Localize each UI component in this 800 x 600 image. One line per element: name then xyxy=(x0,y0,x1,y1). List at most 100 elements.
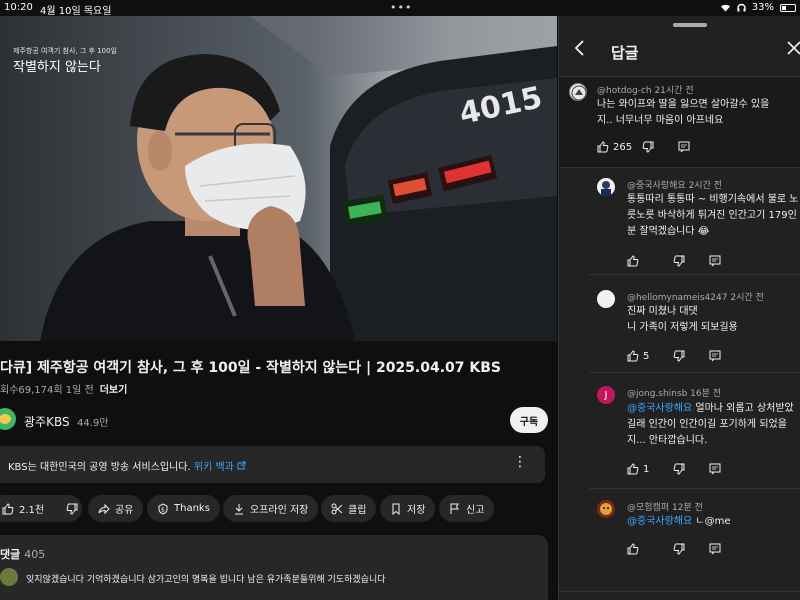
panel-title: 답글 xyxy=(611,44,639,62)
svg-text:$: $ xyxy=(161,506,165,513)
video-title[interactable]: 다큐] 제주항공 여객기 참사, 그 후 100일 - 작별하지 않는다 | 2… xyxy=(0,357,557,377)
reply-mention[interactable]: @중국사랑해요 xyxy=(627,516,692,527)
thumbs-up-icon[interactable] xyxy=(627,463,639,475)
clip-button[interactable]: 클립 xyxy=(321,495,377,522)
commenter-avatar xyxy=(0,568,18,586)
battery-icon xyxy=(780,3,796,12)
divider xyxy=(589,488,800,489)
comments-title: 댓글 xyxy=(0,548,21,561)
thumbs-down-icon[interactable] xyxy=(673,463,685,475)
share-icon xyxy=(98,503,110,514)
more-options-icon[interactable]: ⋮ xyxy=(513,454,527,470)
parent-author[interactable]: @hotdog-ch 21시간 전 xyxy=(597,83,694,96)
reply-time: 2시간 전 xyxy=(688,181,722,191)
thumbs-down-icon[interactable] xyxy=(642,141,654,153)
divider xyxy=(589,372,800,373)
parent-time: 21시간 전 xyxy=(654,86,694,96)
channel-avatar[interactable] xyxy=(0,408,16,430)
reply-author-avatar[interactable] xyxy=(597,500,615,518)
reply-author[interactable]: @jong.shinsb 16분 전 xyxy=(627,386,721,399)
reply-author[interactable]: @중국사랑해요 2시간 전 xyxy=(627,178,722,191)
reply-author[interactable]: @hellomynameis4247 2시간 전 xyxy=(627,290,764,303)
top-comment-text: 잊지않겠습니다 기억하겠습니다 삼가고인의 명복을 빕니다 남은 유가족분들위해… xyxy=(26,575,386,585)
headphones-icon xyxy=(737,3,746,12)
share-label: 공유 xyxy=(115,505,134,516)
video-player[interactable]: 4015 제주항공 여객기 참사, 그 후 100일 작별하지 않는다 xyxy=(0,16,557,341)
drag-handle[interactable] xyxy=(673,23,707,27)
comments-teaser[interactable]: 댓글 405 잊지않겠습니다 기억하겠습니다 삼가고인의 명복을 빕니다 남은 유… xyxy=(0,535,548,600)
thumbs-down-icon[interactable] xyxy=(66,503,78,515)
thumbs-down-icon[interactable] xyxy=(673,543,685,555)
thumbs-up-icon[interactable] xyxy=(2,502,14,515)
parent-actions: 265 xyxy=(597,141,690,153)
reply-icon[interactable] xyxy=(709,255,721,267)
external-link-icon xyxy=(237,461,246,470)
like-count[interactable]: 2.1천 xyxy=(19,501,44,516)
wiki-link-label: 위키 백과 xyxy=(193,462,234,473)
subscriber-count: 44.9만 xyxy=(77,418,109,429)
wifi-icon xyxy=(720,4,730,12)
battery-percent: 33% xyxy=(751,2,774,13)
reply-author-avatar[interactable] xyxy=(597,178,615,196)
thumbs-up-icon[interactable] xyxy=(627,255,639,267)
save-button[interactable]: 저장 xyxy=(380,495,436,522)
thanks-button[interactable]: $ Thanks xyxy=(147,495,220,522)
reply-icon[interactable] xyxy=(678,141,690,153)
comments-header: 댓글 405 xyxy=(0,546,45,562)
reply-author-avatar[interactable] xyxy=(597,290,615,308)
clip-label: 클립 xyxy=(348,505,367,516)
status-bar: 10:20 4월 10일 목요일 ••• 33% xyxy=(0,0,800,17)
action-bar: 2.1천 공유 $ Thanks 오프라인 저장 클립 저장 신고 xyxy=(0,495,557,522)
save-label: 저장 xyxy=(407,505,426,516)
like-dislike-group: 2.1천 xyxy=(0,495,82,522)
channel-name[interactable]: 광주KBS xyxy=(24,413,70,430)
parent-comment: @hotdog-ch 21시간 전 나는 와이프와 딸을 잃으면 살아갈수 있을… xyxy=(559,76,800,168)
reply-author-avatar[interactable]: J xyxy=(597,386,615,404)
share-button[interactable]: 공유 xyxy=(88,495,144,522)
reply-text: @중국사랑해요 ㄴ@me xyxy=(627,514,799,530)
thumbs-down-icon[interactable] xyxy=(673,255,685,267)
parent-author-avatar[interactable] xyxy=(569,83,587,101)
reply-author-handle: @hellomynameis4247 xyxy=(627,293,728,303)
reply-icon[interactable] xyxy=(709,543,721,555)
thanks-label: Thanks xyxy=(174,503,210,514)
close-icon[interactable] xyxy=(787,40,800,60)
wiki-link[interactable]: 위키 백과 xyxy=(193,461,246,473)
thumbs-up-icon[interactable] xyxy=(627,543,639,555)
reply-text: 진짜 미쳤나 대댓 니 가족이 저렇게 되보길용 xyxy=(627,306,738,333)
subscribe-button[interactable]: 구독 xyxy=(510,407,548,433)
offline-save-button[interactable]: 오프라인 저장 xyxy=(223,495,319,522)
report-label: 신고 xyxy=(466,505,485,516)
reply-mention[interactable]: @중국사랑해요 xyxy=(627,403,692,414)
reply-like-count: 1 xyxy=(643,463,650,475)
video-overlay-title: 작별하지 않는다 xyxy=(13,60,101,75)
parent-author-handle: @hotdog-ch xyxy=(597,86,652,96)
offline-save-label: 오프라인 저장 xyxy=(250,505,309,516)
divider xyxy=(589,274,800,275)
info-panel[interactable]: KBS는 대한민국의 공영 방송 서비스입니다. 위키 백과 ⋮ xyxy=(0,446,545,483)
reply-actions: 5 xyxy=(627,350,721,362)
reply-author-handle: @모험캠퍼 xyxy=(627,503,670,513)
thanks-icon: $ xyxy=(158,502,168,515)
channel-row: 광주KBS 44.9만 구독 xyxy=(0,404,557,438)
more-link[interactable]: 더보기 xyxy=(100,385,128,396)
reply-author-handle: @jong.shinsb xyxy=(627,389,688,399)
report-button[interactable]: 신고 xyxy=(439,495,495,522)
reply-icon[interactable] xyxy=(709,350,721,362)
reply-icon[interactable] xyxy=(709,463,721,475)
reply-text: @중국사랑해요 얼마나 외롭고 상처받았길래 인간이 인간이길 포기하게 되었을… xyxy=(627,401,799,449)
thumbs-up-icon[interactable] xyxy=(627,350,639,362)
thumbs-down-icon[interactable] xyxy=(673,350,685,362)
download-icon xyxy=(235,503,243,514)
back-arrow-icon[interactable] xyxy=(573,40,585,61)
reply-time: 16분 전 xyxy=(690,389,722,399)
video-meta[interactable]: 회수69,174회 1일 전 더보기 xyxy=(0,381,127,396)
reply-author-handle: @중국사랑해요 xyxy=(627,181,686,191)
thumbs-up-icon[interactable] xyxy=(597,141,609,153)
reply-actions xyxy=(627,255,721,267)
status-date: 4월 10일 목요일 xyxy=(40,6,112,17)
reply-author[interactable]: @모험캠퍼 12분 전 xyxy=(627,500,703,513)
multitask-dots-icon[interactable]: ••• xyxy=(390,1,412,14)
reply-body: ㄴ@me xyxy=(692,516,731,527)
view-count-and-date: 회수69,174회 1일 전 xyxy=(0,385,94,396)
